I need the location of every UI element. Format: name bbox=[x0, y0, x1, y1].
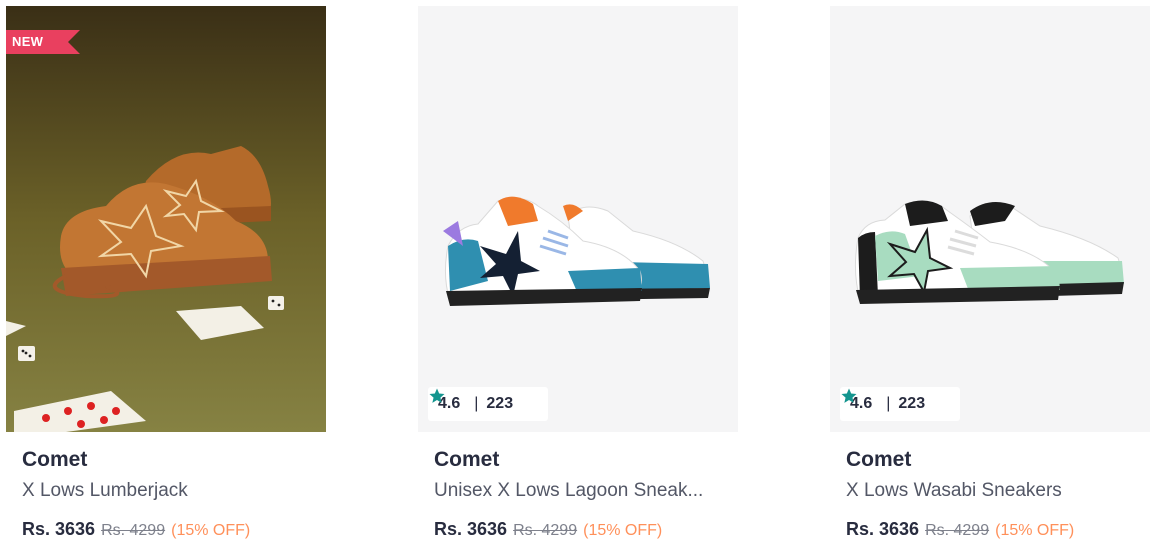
product-price: Rs. 3636 bbox=[22, 519, 96, 539]
product-discount: (15% OFF) bbox=[171, 522, 251, 539]
price-row: Rs. 3636 Rs. 4299 (15% OFF) bbox=[22, 516, 322, 542]
product-info: Comet X Lows Lumberjack Rs. 3636 Rs. 4299… bbox=[22, 446, 322, 542]
product-image-lumberjack[interactable]: NEW bbox=[6, 6, 326, 432]
product-discount: (15% OFF) bbox=[995, 522, 1075, 539]
price-row: Rs. 3636 Rs. 4299 (15% OFF) bbox=[434, 516, 734, 542]
product-discount: (15% OFF) bbox=[583, 522, 663, 539]
product-card-lumberjack[interactable]: NEW Comet X Lows Lumberjack Rs. 3636 Rs. … bbox=[6, 6, 326, 551]
product-image-wasabi[interactable]: 4.6 | 223 bbox=[830, 6, 1150, 432]
rating-separator: | bbox=[474, 395, 479, 412]
product-brand: Comet bbox=[434, 448, 500, 471]
product-title: X Lows Wasabi Sneakers bbox=[846, 480, 1062, 501]
product-image-lagoon[interactable]: 4.6 | 223 bbox=[418, 6, 738, 432]
price-row: Rs. 3636 Rs. 4299 (15% OFF) bbox=[846, 516, 1146, 542]
product-info: Comet Unisex X Lows Lagoon Sneak... Rs. … bbox=[434, 446, 734, 542]
product-title: X Lows Lumberjack bbox=[22, 480, 188, 501]
product-card-wasabi[interactable]: 4.6 | 223 Comet X Lows Wasabi Sneakers R… bbox=[830, 6, 1150, 551]
rating-badge: 4.6 | 223 bbox=[428, 387, 548, 421]
product-price: Rs. 3636 bbox=[434, 519, 508, 539]
new-badge-label: NEW bbox=[12, 34, 44, 49]
product-price: Rs. 3636 bbox=[846, 519, 920, 539]
product-mrp: Rs. 4299 bbox=[101, 522, 166, 539]
product-mrp: Rs. 4299 bbox=[513, 522, 578, 539]
product-title: Unisex X Lows Lagoon Sneak... bbox=[434, 480, 704, 501]
rating-badge: 4.6 | 223 bbox=[840, 387, 960, 421]
product-brand: Comet bbox=[846, 448, 912, 471]
product-info: Comet X Lows Wasabi Sneakers Rs. 3636 Rs.… bbox=[846, 446, 1146, 542]
product-grid: NEW Comet X Lows Lumberjack Rs. 3636 Rs. … bbox=[0, 0, 1155, 555]
product-card-lagoon[interactable]: 4.6 | 223 Comet Unisex X Lows Lagoon Sne… bbox=[418, 6, 738, 551]
product-mrp: Rs. 4299 bbox=[925, 522, 990, 539]
new-badge: NEW bbox=[6, 30, 80, 54]
product-brand: Comet bbox=[22, 448, 88, 471]
rating-separator: | bbox=[886, 395, 891, 412]
rating-count: 223 bbox=[898, 395, 926, 412]
rating-count: 223 bbox=[486, 395, 514, 412]
